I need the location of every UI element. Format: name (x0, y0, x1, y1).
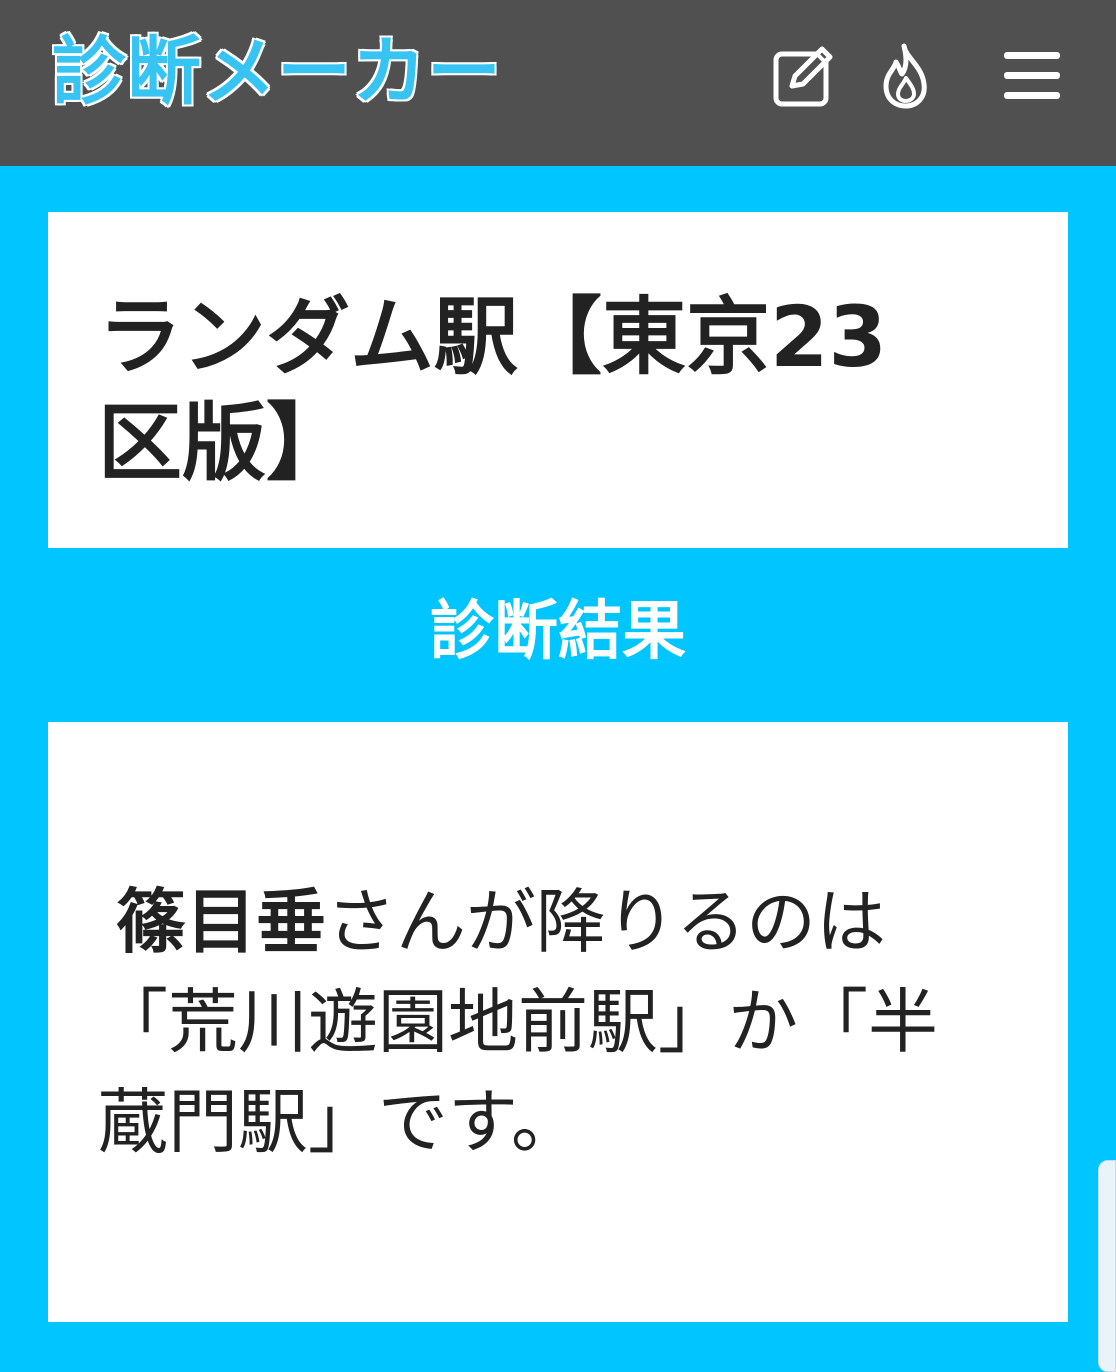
app-header: 診断メーカー (0, 0, 1116, 166)
result-section-label: 診断結果 (430, 595, 686, 669)
site-logo[interactable]: 診断メーカー (51, 28, 503, 116)
diagnosis-title[interactable]: ランダム駅【東京23区版】 (98, 284, 958, 496)
result-text-block: 篠目垂さんが降りるのは「荒川遊園地前駅」か「半蔵門駅」です。 (98, 872, 978, 1172)
scroll-handle[interactable] (1098, 1160, 1116, 1372)
diagnosis-title-card: ランダム駅【東京23区版】 (48, 212, 1068, 548)
fire-icon[interactable] (870, 40, 942, 112)
hamburger-menu-icon[interactable] (996, 40, 1068, 112)
result-user-name: 篠目垂 (116, 881, 326, 963)
result-card: 篠目垂さんが降りるのは「荒川遊園地前駅」か「半蔵門駅」です。 (48, 722, 1068, 1322)
edit-icon[interactable] (768, 40, 840, 112)
